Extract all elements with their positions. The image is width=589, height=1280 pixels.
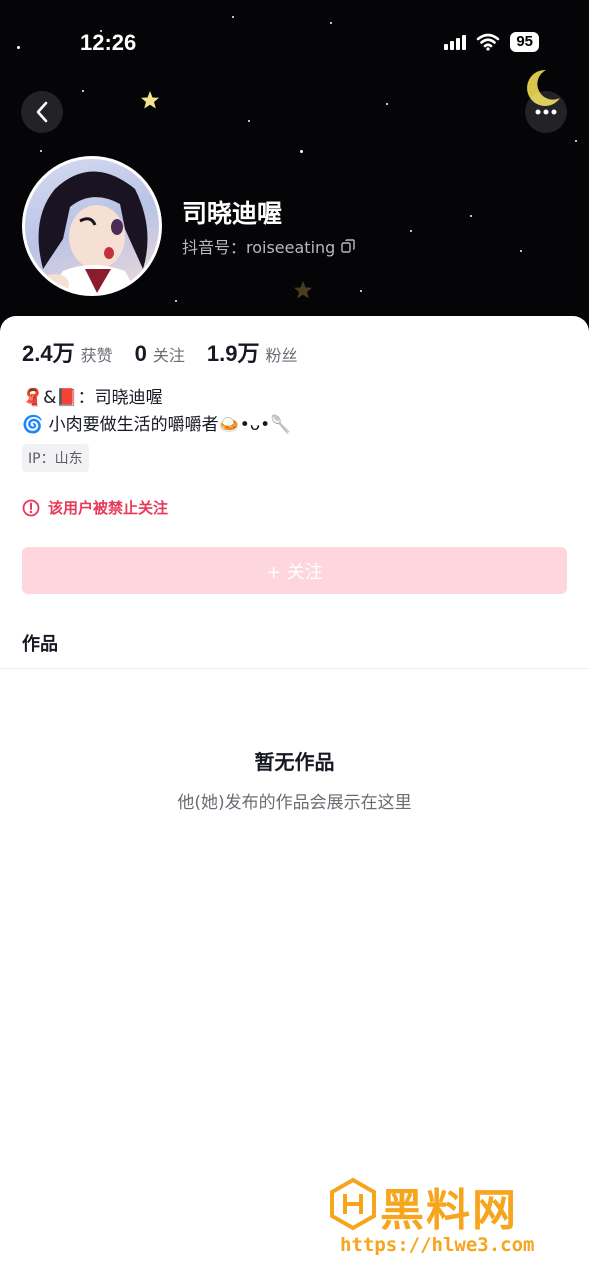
- watermark-text: 黑料网: [380, 1185, 518, 1236]
- tab-works[interactable]: 作品: [22, 630, 58, 656]
- following-label[interactable]: 关注: [153, 342, 185, 366]
- bio-line-1: 🧣&📕：司晓迪喔: [22, 388, 163, 408]
- profile-header: 12:26 95 司晓迪喔 抖音号：roiseeating: [0, 0, 589, 340]
- back-button[interactable]: [21, 91, 63, 133]
- status-icons: 95: [444, 32, 539, 52]
- more-dots-icon: [535, 109, 557, 115]
- more-options-button[interactable]: [525, 91, 567, 133]
- ip-location-tag: IP：山东: [22, 444, 89, 472]
- profile-name: 司晓迪喔: [182, 199, 283, 228]
- follow-button[interactable]: + 关注: [22, 547, 567, 594]
- star-decoration-icon: [141, 91, 159, 109]
- avatar[interactable]: [22, 156, 162, 296]
- watermark: 黑料网 https://hlwe3.com: [330, 1174, 580, 1264]
- likes-label: 获赞: [80, 346, 113, 365]
- chevron-left-icon: [36, 101, 48, 123]
- warning-circle-icon: [22, 499, 40, 516]
- followers-count[interactable]: 1.9万: [207, 336, 260, 368]
- star-decoration-icon: [294, 281, 312, 299]
- followers-label[interactable]: 粉丝: [265, 342, 297, 366]
- watermark-logo-icon: [330, 1178, 376, 1230]
- cellular-signal-icon: [444, 34, 467, 50]
- profile-handle: 抖音号：roiseeating: [182, 234, 356, 258]
- copy-icon[interactable]: [341, 239, 356, 253]
- status-time: 12:26: [80, 30, 137, 55]
- handle-text: 抖音号：roiseeating: [182, 238, 336, 257]
- battery-indicator: 95: [510, 32, 539, 52]
- ban-notice-text: 该用户被禁止关注: [48, 499, 169, 517]
- profile-stats: 2.4万 获赞 0 关注 1.9万 粉丝: [22, 336, 319, 368]
- divider: [0, 668, 589, 669]
- empty-state-title: 暂无作品: [254, 750, 335, 774]
- wifi-icon: [477, 33, 500, 51]
- following-count[interactable]: 0: [135, 341, 147, 367]
- watermark-url: https://hlwe3.com: [340, 1234, 535, 1256]
- likes-count: 2.4万: [22, 341, 75, 366]
- bio-line-2: 🌀 小肉要做生活的嚼嚼者🍛•ᴗ•🥄: [22, 415, 292, 435]
- empty-state-subtitle: 他(她)发布的作品会展示在这里: [177, 793, 412, 813]
- ban-notice: 该用户被禁止关注: [22, 497, 168, 518]
